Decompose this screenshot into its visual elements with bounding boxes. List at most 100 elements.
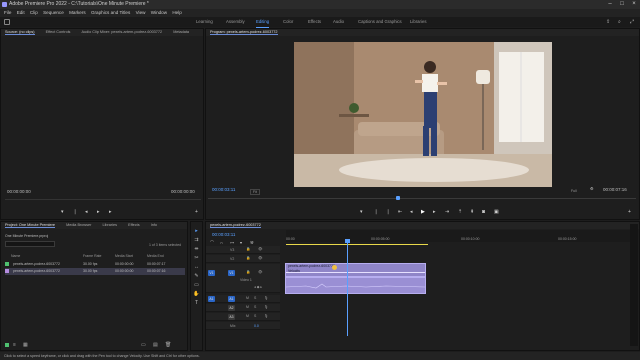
- mic-icon[interactable]: 🎙: [264, 296, 268, 300]
- new-bin-icon[interactable]: ▭: [141, 342, 146, 348]
- expand-icon[interactable]: ⤢: [630, 17, 634, 27]
- mic-icon[interactable]: 🎙: [264, 305, 268, 309]
- track-target-a1[interactable]: A1: [228, 296, 235, 302]
- settings-icon[interactable]: ⚙: [590, 186, 594, 191]
- tab-effects-panel[interactable]: Effects: [128, 223, 140, 227]
- tab-learning[interactable]: Learning: [196, 17, 213, 27]
- wrench-icon[interactable]: ⚒: [250, 240, 254, 245]
- timeline-timecode[interactable]: 00:00:03:11: [212, 232, 235, 237]
- home-icon[interactable]: [4, 19, 10, 25]
- step-forward-frame-icon[interactable]: ▸: [433, 209, 436, 215]
- project-search-input[interactable]: [5, 241, 55, 247]
- mark-out-icon[interactable]: ❘: [73, 209, 77, 215]
- menu-sequence[interactable]: Sequence: [43, 10, 64, 15]
- eye-icon[interactable]: 👁: [258, 256, 262, 260]
- menu-view[interactable]: View: [136, 10, 146, 15]
- program-mark-out-icon[interactable]: ❘: [374, 209, 378, 215]
- lock-icon[interactable]: 🔒: [246, 247, 250, 251]
- linked-selection-icon[interactable]: ⊶: [230, 240, 234, 245]
- menu-edit[interactable]: Edit: [17, 10, 25, 15]
- mute-button[interactable]: M: [246, 296, 249, 300]
- source-scrubber[interactable]: [5, 199, 201, 200]
- mix-value[interactable]: 0.0: [254, 324, 259, 328]
- program-scrubber[interactable]: [208, 198, 636, 199]
- comparison-view-icon[interactable]: ▣: [494, 209, 499, 215]
- track-target-a3[interactable]: A3: [228, 314, 235, 320]
- menu-window[interactable]: Window: [151, 10, 167, 15]
- program-timecode-current[interactable]: 00:00:03:11: [212, 187, 235, 192]
- tab-captions-graphics[interactable]: Captions and Graphics: [358, 17, 402, 27]
- tab-metadata[interactable]: Metadata: [173, 30, 189, 34]
- add-button-icon[interactable]: +: [195, 209, 198, 215]
- snap-icon[interactable]: ∩: [220, 240, 223, 245]
- timeline-ruler[interactable]: 00:00 00:00:05:00 00:00:10:00 00:00:15:0…: [286, 230, 636, 242]
- tab-color[interactable]: Color: [283, 17, 293, 27]
- track-select-tool-icon[interactable]: ⇉: [193, 237, 200, 243]
- tab-effects[interactable]: Effects: [308, 17, 321, 27]
- minimize-icon[interactable]: –: [604, 0, 616, 9]
- program-play-icon[interactable]: ▶: [421, 209, 425, 215]
- extract-icon[interactable]: ⇞: [470, 209, 474, 215]
- track-target-v1[interactable]: V1: [228, 270, 235, 276]
- eye-icon[interactable]: 👁: [258, 270, 262, 274]
- col-name[interactable]: Name: [11, 254, 20, 258]
- tab-libraries-panel[interactable]: Libraries: [102, 223, 117, 227]
- go-to-in-icon[interactable]: ⇤: [398, 209, 402, 215]
- step-forward-icon[interactable]: ▸: [109, 209, 112, 215]
- program-add-button-icon[interactable]: +: [628, 209, 631, 215]
- rectangle-tool-icon[interactable]: ▭: [193, 282, 200, 288]
- program-playhead[interactable]: [396, 196, 400, 200]
- lock-icon[interactable]: 🔒: [246, 256, 250, 260]
- menu-help[interactable]: Help: [172, 10, 181, 15]
- source-patch-v1[interactable]: V1: [208, 270, 215, 276]
- tab-source[interactable]: Source: (no clips): [5, 30, 35, 35]
- timeline-playhead[interactable]: [347, 240, 348, 336]
- project-row[interactable]: pexels-artem-podrez-6003772 30.00 fps 00…: [5, 261, 185, 268]
- source-patch-a1[interactable]: A1: [208, 296, 215, 302]
- go-to-out-icon[interactable]: ⇥: [445, 209, 449, 215]
- tab-info[interactable]: Info: [151, 223, 157, 227]
- col-frame-rate[interactable]: Frame Rate: [83, 254, 101, 258]
- selection-tool-icon[interactable]: ▸: [193, 228, 200, 234]
- speed-keyframe[interactable]: [332, 265, 337, 270]
- mark-in-icon[interactable]: ▾: [61, 209, 64, 215]
- tab-editing[interactable]: Editing: [256, 17, 270, 28]
- solo-button[interactable]: S: [254, 314, 256, 318]
- video-clip[interactable]: pexels-artem-podrez-6003772 Velocity: [285, 263, 426, 277]
- tab-libraries[interactable]: Libraries: [410, 17, 426, 27]
- solo-button[interactable]: S: [254, 305, 256, 309]
- play-icon[interactable]: ▸: [97, 209, 100, 215]
- export-frame-icon[interactable]: ◙: [482, 209, 485, 215]
- step-back-icon[interactable]: ◂: [85, 209, 88, 215]
- add-marker-icon[interactable]: ▾: [240, 240, 242, 245]
- tab-audio-clip-mixer[interactable]: Audio Clip Mixer: pexels-artem-podrez-60…: [82, 30, 163, 34]
- mic-icon[interactable]: 🎙: [264, 314, 268, 318]
- close-icon[interactable]: ×: [628, 0, 640, 9]
- search-icon[interactable]: ⌕: [618, 17, 621, 27]
- velocity-line[interactable]: [286, 272, 425, 273]
- col-media-start[interactable]: Media Start: [115, 254, 133, 258]
- solo-button[interactable]: S: [254, 296, 256, 300]
- tab-media-browser[interactable]: Media Browser: [66, 223, 91, 227]
- tab-audio[interactable]: Audio: [333, 17, 344, 27]
- tab-sequence[interactable]: pexels-artem-podrez-6003772: [210, 223, 261, 228]
- audio-clip[interactable]: [285, 277, 426, 294]
- tab-assembly[interactable]: Assembly: [226, 17, 245, 27]
- list-view-icon[interactable]: ≡: [13, 342, 16, 348]
- trash-icon[interactable]: 🗑: [165, 342, 171, 348]
- icon-view-icon[interactable]: ▦: [23, 342, 28, 348]
- col-media-end[interactable]: Media End: [147, 254, 164, 258]
- step-back-frame-icon[interactable]: ◂: [410, 209, 413, 215]
- menu-graphics[interactable]: Graphics and Titles: [91, 10, 130, 15]
- lock-icon[interactable]: 🔒: [246, 270, 250, 274]
- pen-icon[interactable]: [5, 343, 9, 347]
- eye-icon[interactable]: 👁: [258, 247, 262, 251]
- slip-tool-icon[interactable]: ↔: [193, 264, 200, 270]
- new-item-icon[interactable]: ▤: [153, 342, 158, 348]
- program-video-frame[interactable]: [294, 42, 552, 187]
- menu-file[interactable]: File: [4, 10, 11, 15]
- lift-icon[interactable]: ⇡: [458, 209, 462, 215]
- project-row[interactable]: pexels-artem-podrez-6003772 30.00 fps 00…: [5, 268, 185, 275]
- program-mark-in-icon[interactable]: ▾: [360, 209, 363, 215]
- timeline-playhead-handle[interactable]: [345, 239, 350, 243]
